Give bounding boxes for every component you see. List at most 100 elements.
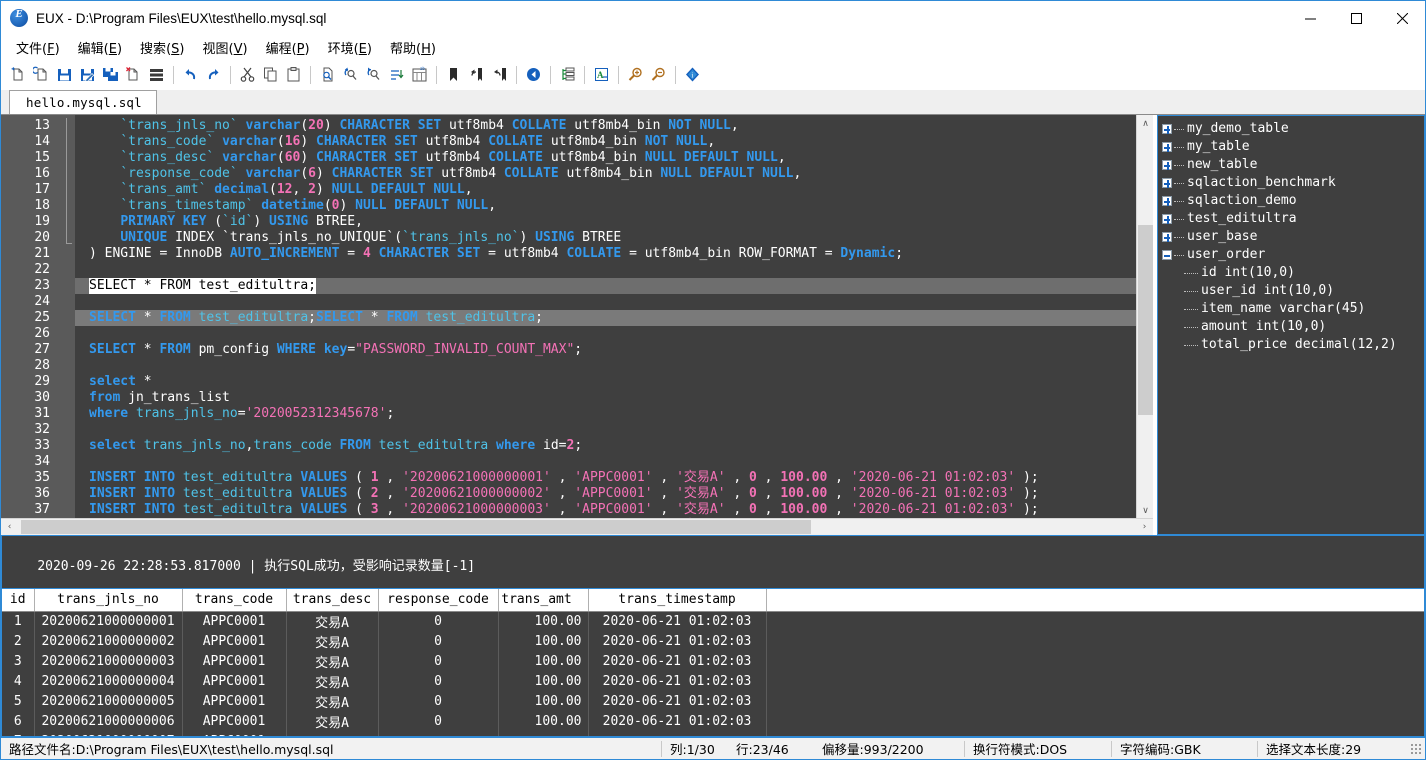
bookmark-previous-icon[interactable] — [465, 63, 488, 87]
code-line[interactable]: from jn_trans_list — [75, 390, 1153, 406]
redo-icon[interactable] — [202, 63, 225, 87]
editor-horizontal-scrollbar[interactable]: ‹ › — [1, 518, 1153, 535]
table-cell[interactable]: 2020-06-21 01:02:03 — [588, 691, 766, 711]
table-cell[interactable]: 20200621000000002 — [34, 631, 182, 651]
table-cell[interactable]: 100.00 — [498, 711, 588, 731]
tree-table-node[interactable]: user_base — [1162, 228, 1424, 246]
table-cell[interactable]: 4 — [2, 671, 34, 691]
code-line[interactable]: PRIMARY KEY (`id`) USING BTREE, — [75, 214, 1153, 230]
column-header-id[interactable]: id — [2, 589, 34, 611]
resize-grip-icon[interactable] — [1410, 743, 1422, 755]
code-line[interactable] — [75, 326, 1153, 342]
table-cell[interactable]: 0 — [378, 651, 498, 671]
table-row[interactable]: 220200621000000002APPC0001交易A0100.002020… — [2, 631, 1424, 651]
code-line[interactable]: `trans_jnls_no` varchar(20) CHARACTER SE… — [75, 118, 1153, 134]
table-cell[interactable]: APPC0001 — [182, 631, 286, 651]
table-cell[interactable] — [378, 731, 498, 737]
code-folding-column[interactable] — [59, 115, 75, 518]
tree-table-node[interactable]: my_demo_table — [1162, 120, 1424, 138]
replace-icon[interactable] — [385, 63, 408, 87]
table-cell[interactable]: 0 — [378, 611, 498, 631]
table-cell[interactable]: 6 — [2, 711, 34, 731]
code-line[interactable]: INSERT INTO test_editultra VALUES ( 2 , … — [75, 486, 1153, 502]
column-header-trans-timestamp[interactable]: trans_timestamp — [588, 589, 766, 611]
tree-column-node[interactable]: amount int(10,0) — [1162, 318, 1424, 336]
find-previous-icon[interactable] — [339, 63, 362, 87]
zoom-out-icon[interactable] — [647, 63, 670, 87]
bookmark-next-icon[interactable] — [488, 63, 511, 87]
bookmark-icon[interactable] — [442, 63, 465, 87]
save-icon[interactable] — [53, 63, 76, 87]
expand-node-icon[interactable] — [1162, 196, 1172, 206]
connect-db-icon[interactable] — [556, 63, 579, 87]
table-cell[interactable]: 100.00 — [498, 691, 588, 711]
table-cell[interactable] — [498, 731, 588, 737]
table-cell[interactable] — [286, 731, 378, 737]
menu-help[interactable]: 帮助(H) — [381, 35, 445, 60]
menu-view[interactable]: 视图(V) — [193, 35, 256, 60]
code-line[interactable]: select trans_jnls_no,trans_code FROM tes… — [75, 438, 1153, 454]
code-line[interactable] — [75, 294, 1153, 310]
table-cell[interactable]: 100.00 — [498, 631, 588, 651]
code-line[interactable]: ) ENGINE = InnoDB AUTO_INCREMENT = 4 CHA… — [75, 246, 1153, 262]
code-line[interactable]: INSERT INTO test_editultra VALUES ( 1 , … — [75, 470, 1153, 486]
table-cell[interactable]: 2020-06-21 01:02:03 — [588, 651, 766, 671]
goto-line-icon[interactable]: ab — [408, 63, 431, 87]
scroll-left-arrow[interactable]: ‹ — [1, 519, 18, 535]
tree-column-node[interactable]: item_name varchar(45) — [1162, 300, 1424, 318]
column-header-trans-jnls-no[interactable]: trans_jnls_no — [34, 589, 182, 611]
zoom-in-icon[interactable] — [624, 63, 647, 87]
menu-edit[interactable]: 编辑(E) — [69, 35, 131, 60]
table-cell[interactable]: APPC0001 — [182, 691, 286, 711]
menu-search[interactable]: 搜索(S) — [131, 35, 193, 60]
copy-icon[interactable] — [259, 63, 282, 87]
table-cell[interactable]: 交易A — [286, 691, 378, 711]
tree-table-node[interactable]: user_order — [1162, 246, 1424, 264]
table-cell[interactable]: 0 — [378, 691, 498, 711]
find-icon[interactable] — [316, 63, 339, 87]
maximize-button[interactable] — [1333, 1, 1379, 35]
column-header-trans-code[interactable]: trans_code — [182, 589, 286, 611]
table-cell[interactable]: 交易A — [286, 711, 378, 731]
table-cell[interactable]: 100.00 — [498, 671, 588, 691]
code-line[interactable]: where trans_jnls_no='2020052312345678'; — [75, 406, 1153, 422]
expand-node-icon[interactable] — [1162, 160, 1172, 170]
save-as-icon[interactable] — [76, 63, 99, 87]
table-cell[interactable]: 7 — [2, 731, 34, 737]
code-line[interactable]: `trans_timestamp` datetime(0) NULL DEFAU… — [75, 198, 1153, 214]
column-header-trans-desc[interactable]: trans_desc — [286, 589, 378, 611]
table-cell[interactable]: 2020-06-21 01:02:03 — [588, 611, 766, 631]
scroll-up-arrow[interactable]: ∧ — [1137, 115, 1153, 132]
tree-table-node[interactable]: new_table — [1162, 156, 1424, 174]
tree-table-node[interactable]: test_editultra — [1162, 210, 1424, 228]
table-row[interactable]: 320200621000000003APPC0001交易A0100.002020… — [2, 651, 1424, 671]
table-cell[interactable]: 交易A — [286, 611, 378, 631]
column-header-trans-amt[interactable]: trans_amt — [498, 589, 588, 611]
table-cell[interactable]: 2020-06-21 01:02:03 — [588, 671, 766, 691]
code-line[interactable]: SELECT * FROM test_editultra;SELECT * FR… — [75, 310, 1153, 326]
code-line[interactable]: `trans_code` varchar(16) CHARACTER SET u… — [75, 134, 1153, 150]
editor-vertical-scrollbar[interactable]: ∧ ∨ — [1136, 115, 1153, 518]
sql-code-text[interactable]: `trans_jnls_no` varchar(20) CHARACTER SE… — [75, 115, 1153, 518]
table-cell[interactable]: 100.00 — [498, 611, 588, 631]
table-cell[interactable]: 20200621000000005 — [34, 691, 182, 711]
tree-table-node[interactable]: sqlaction_demo — [1162, 192, 1424, 210]
menu-program[interactable]: 编程(P) — [257, 35, 319, 60]
table-cell[interactable]: 5 — [2, 691, 34, 711]
vertical-scroll-thumb[interactable] — [1138, 225, 1153, 415]
collapse-node-icon[interactable] — [1162, 250, 1172, 260]
table-cell[interactable]: 1 — [2, 611, 34, 631]
table-cell[interactable]: 交易A — [286, 671, 378, 691]
code-line[interactable] — [75, 422, 1153, 438]
format-sql-icon[interactable]: A — [590, 63, 613, 87]
table-cell[interactable]: 2020-06-21 01:02:03 — [588, 631, 766, 651]
save-all-icon[interactable] — [99, 63, 122, 87]
menu-environment[interactable]: 环境(E) — [319, 35, 381, 60]
table-row[interactable]: 520200621000000005APPC0001交易A0100.002020… — [2, 691, 1424, 711]
table-cell[interactable]: 100.00 — [498, 651, 588, 671]
code-line[interactable] — [75, 358, 1153, 374]
table-cell[interactable]: 20200621000000001 — [34, 611, 182, 631]
code-line[interactable]: `trans_desc` varchar(60) CHARACTER SET u… — [75, 150, 1153, 166]
expand-node-icon[interactable] — [1162, 232, 1172, 242]
tree-column-node[interactable]: user_id int(10,0) — [1162, 282, 1424, 300]
